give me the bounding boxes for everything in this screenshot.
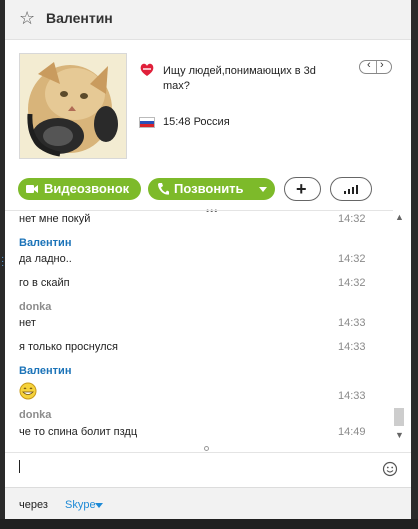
scroll-down-icon[interactable]: ▼ (395, 430, 404, 440)
pane-resize-handle[interactable]: · · · (1, 253, 4, 271)
star-outline-icon[interactable]: ☆ (19, 8, 35, 28)
scroll-up-icon[interactable]: ▲ (395, 212, 404, 222)
window-frame-right (411, 0, 418, 529)
call-actions: Видеозвонок Позвонить + ••• (5, 170, 411, 216)
message-list: нет мне покуй 14:32 Валентин да ладно.. … (5, 210, 393, 450)
splitter-handle[interactable] (204, 446, 209, 451)
contact-name: Валентин (46, 10, 113, 26)
previous-arrow-icon[interactable]: ‹ (367, 59, 371, 71)
message-time: 14:32 (338, 253, 366, 265)
message-text: нет мне покуй (19, 213, 91, 225)
call-button[interactable]: Позвонить (148, 178, 275, 200)
mood-navigation: ‹ › (359, 59, 392, 74)
grin-icon (19, 382, 37, 400)
send-via-bar: через Skype (5, 487, 411, 519)
local-time-location: 15:48 Россия (163, 116, 230, 128)
contact-profile: Ищу людей,понимающих в 3d max? ‹ › 15:48… (5, 40, 411, 170)
skype-heart-icon (140, 63, 154, 76)
scroll-thumb[interactable] (394, 408, 404, 426)
chevron-down-icon[interactable] (95, 503, 103, 508)
video-call-label: Видеозвонок (44, 181, 130, 196)
add-people-button[interactable]: + (284, 177, 321, 201)
message-sender[interactable]: donka (19, 409, 51, 421)
video-call-button[interactable]: Видеозвонок (18, 178, 141, 200)
message-time: 14:32 (338, 277, 366, 289)
via-label: через (19, 499, 48, 511)
conversation-panel: ☆ Валентин Ищу людей,понимающих в 3d max… (5, 0, 411, 519)
message-sender[interactable]: Валентин (19, 365, 71, 377)
call-label: Позвонить (174, 181, 244, 196)
next-arrow-icon[interactable]: › (380, 59, 384, 71)
message-scrollbar[interactable]: ▲ ▼ (393, 210, 405, 450)
mood-message: Ищу людей,понимающих в 3d max? (163, 65, 316, 92)
avatar[interactable] (19, 53, 127, 159)
message-text: я только проснулся (19, 341, 118, 353)
message-text: нет (19, 317, 36, 329)
conversation-header: ☆ Валентин (5, 0, 411, 40)
text-caret (19, 460, 20, 473)
russia-flag-icon (139, 117, 155, 128)
send-via-selector[interactable]: Skype (65, 499, 96, 511)
phone-icon (158, 183, 169, 195)
message-time: 14:33 (338, 341, 366, 353)
message-sender[interactable]: donka (19, 301, 51, 313)
message-sender[interactable]: Валентин (19, 237, 71, 249)
window-frame-bottom (0, 519, 418, 529)
plus-icon: + (296, 179, 307, 199)
smiley-icon[interactable] (382, 461, 398, 477)
call-quality-button[interactable] (330, 177, 372, 201)
chevron-down-icon[interactable] (259, 187, 267, 192)
message-time: 14:33 (338, 317, 366, 329)
message-time: 14:49 (338, 426, 366, 438)
message-text: че то спина болит пздц (19, 426, 138, 438)
message-text: го в скайп (19, 277, 70, 289)
video-camera-icon (26, 185, 38, 193)
message-time: 14:32 (338, 213, 366, 225)
message-composer[interactable] (5, 452, 411, 487)
message-time: 14:33 (338, 390, 366, 402)
message-text: да ладно.. (19, 253, 72, 265)
